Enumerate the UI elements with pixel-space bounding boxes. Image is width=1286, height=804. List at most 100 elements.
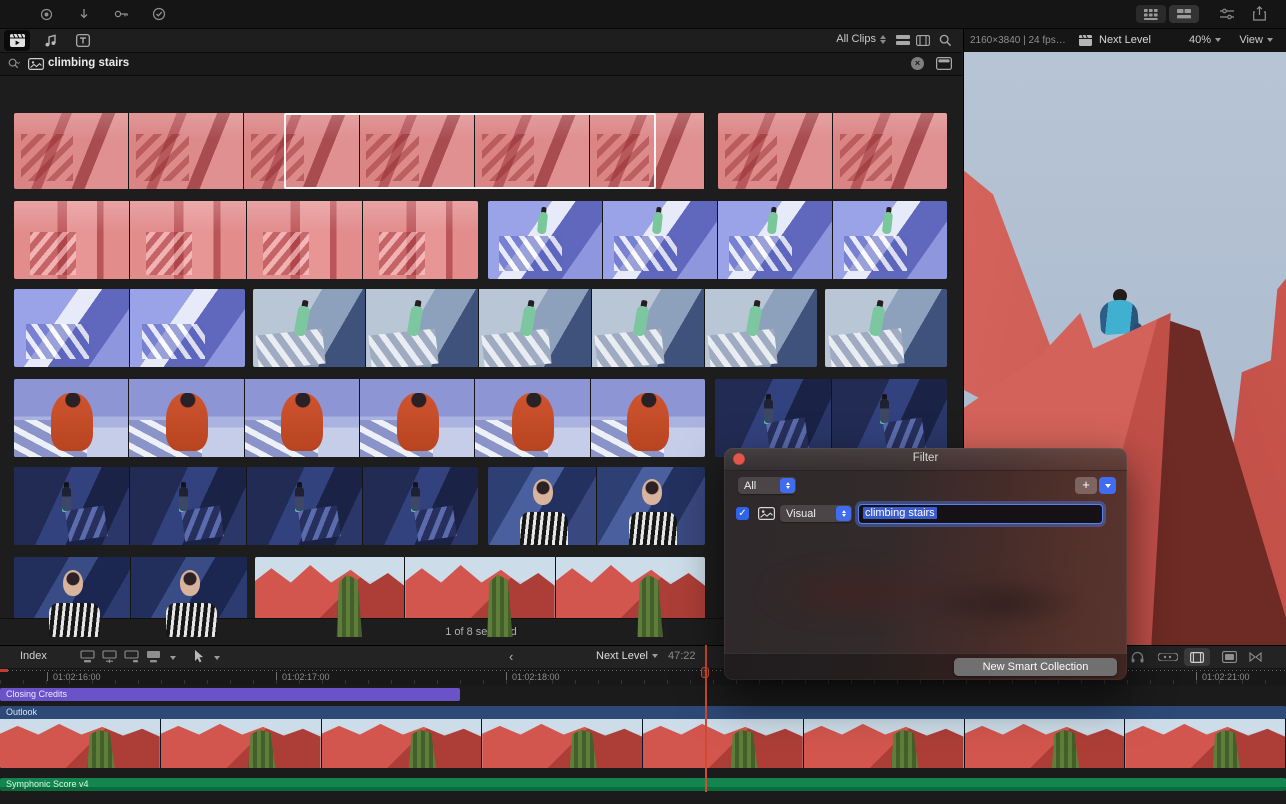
timeline-project-popup[interactable]: Next Level [596,650,658,662]
filter-window-icon[interactable] [936,57,952,70]
audio-tab[interactable] [38,30,64,51]
rule-type-popup[interactable]: Visual [780,505,852,522]
filter-dialog-title: Filter [724,452,1127,464]
browser-layout-icon[interactable] [1136,5,1166,23]
clip-frame [718,201,832,279]
timeline-clip-frame [804,719,964,768]
clip-appearance-button[interactable] [1184,648,1210,666]
ruler-timecode: 01:02:16:00 [53,672,101,682]
playhead-handle[interactable] [701,667,709,678]
list-view-icon[interactable] [916,35,930,46]
clip-frame [360,379,474,457]
chevron-down-icon [1267,38,1273,42]
new-smart-collection-button[interactable]: New Smart Collection [954,658,1117,676]
view-popup[interactable]: View [1239,34,1273,46]
browser-clip[interactable] [825,289,947,367]
timeline-layout-icon[interactable] [1169,5,1199,23]
clapperboard-icon [10,34,25,47]
ruler-timecode: 01:02:21:00 [1202,672,1250,682]
tool-arrow-icon[interactable] [194,649,205,663]
clip-frame [475,379,589,457]
media-tab[interactable] [4,30,30,51]
clip-frame [718,113,832,189]
search-toggle-icon[interactable] [939,34,952,47]
browser-clip[interactable] [14,201,478,279]
timeline-clip-frame [482,719,642,768]
clip-frame [247,467,362,545]
title-clip[interactable]: Closing Credits [0,688,460,701]
clip-frame [14,289,129,367]
clip-frame [825,289,947,367]
search-field[interactable]: climbing stairs × [0,53,962,76]
insert-edit-icon[interactable] [102,650,117,663]
browser-clip[interactable] [14,113,705,189]
download-icon[interactable] [78,8,90,21]
tool-chevron-icon[interactable] [214,656,220,660]
browser-clip[interactable] [488,201,947,279]
connect-edit-icon[interactable] [80,650,95,663]
clip-filter-label: All Clips [836,33,876,45]
overwrite-edit-icon[interactable] [146,650,161,663]
music-note-icon [44,34,58,48]
clip-frame [244,113,358,189]
title-clip-label: Closing Credits [0,688,460,701]
clip-frame [129,113,243,189]
clip-frame [130,201,245,279]
key-icon[interactable] [114,8,129,20]
clip-filter-popup[interactable]: All Clips [836,33,886,45]
browser-clip[interactable] [14,467,478,545]
browser-clip[interactable] [488,467,705,545]
check-circle-icon[interactable] [152,7,166,21]
music-clip[interactable]: Symphonic Score v4 [0,778,1286,791]
clip-frame [14,467,129,545]
browser-clip[interactable] [718,113,947,189]
timeline-clip-frame [0,719,160,768]
snapping-icon[interactable] [1249,652,1262,662]
visual-search-icon [28,58,44,70]
filter-dialog-titlebar: Filter [724,448,1127,471]
edit-options-chevron-icon[interactable] [170,656,176,660]
index-button[interactable]: Index [20,650,47,662]
video-clip-label: Outlook [0,706,1286,719]
viewer-header: 2160×3840 | 24 fps… Next Level 40% View [964,29,1286,53]
zoom-slider-icon[interactable] [1158,653,1178,661]
rule-text-selected: climbing stairs [863,507,937,519]
resolution-info: 2160×3840 | 24 fps… [970,35,1066,46]
rule-text-input[interactable]: climbing stairs [858,504,1103,524]
record-icon[interactable] [40,8,53,21]
timeline-back-chevron[interactable]: ‹ [509,649,513,664]
search-icon [8,58,24,70]
clip-frame [488,467,596,545]
clip-frame [479,289,591,367]
add-rule-button[interactable]: + [1075,477,1097,494]
video-clip[interactable]: Outlook [0,706,1286,768]
skimming-icon[interactable] [1222,651,1237,663]
match-popup[interactable]: All [738,477,796,494]
share-icon[interactable] [1253,6,1266,21]
browser-clip[interactable] [14,379,705,457]
append-edit-icon[interactable] [124,650,139,663]
clip-frame [129,379,243,457]
filter-dialog-footer: New Smart Collection [724,653,1127,680]
project-clapperboard-icon [1079,35,1092,46]
browser-clip[interactable] [253,289,817,367]
clip-frame [253,289,365,367]
rule-checkbox[interactable]: ✓ [736,507,749,520]
zoom-popup[interactable]: 40% [1189,34,1221,46]
titles-tab[interactable] [70,30,96,51]
search-input-value[interactable]: climbing stairs [48,57,129,69]
viewer-project-name: Next Level [1099,34,1151,46]
clear-search-icon[interactable]: × [911,57,924,70]
chevron-down-icon [1215,38,1221,42]
video-clip-filmstrip [0,719,1286,768]
add-rule-chevron-button[interactable] [1099,477,1116,494]
inspector-icon[interactable] [1220,8,1234,20]
audio-monitor-icon[interactable] [1131,651,1144,663]
clip-frame [363,201,478,279]
clip-frame [247,201,362,279]
browser-clip[interactable] [715,379,947,457]
titles-icon [76,34,90,47]
browser-clip[interactable] [14,289,245,367]
dialog-blur-blob [924,578,1084,628]
filmstrip-view-icon[interactable] [896,35,910,46]
